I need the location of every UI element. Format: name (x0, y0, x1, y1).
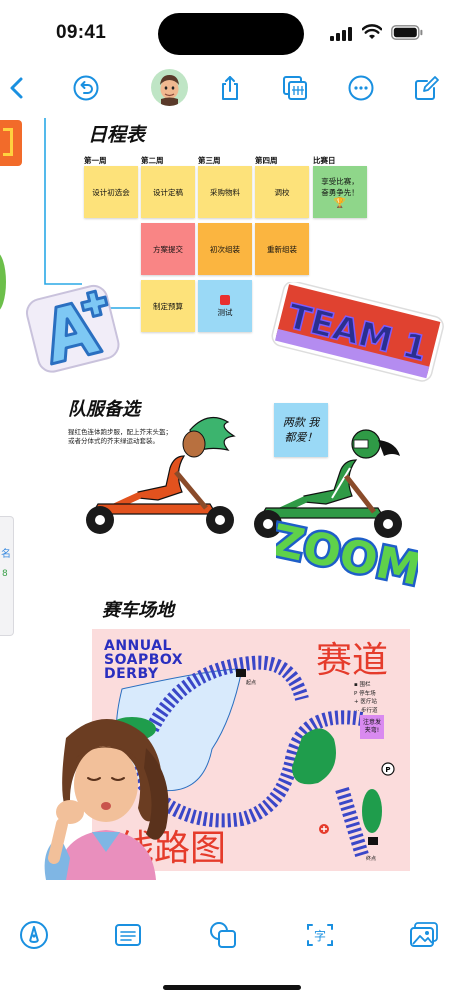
note-text: 初次组装 (210, 244, 240, 254)
cellular-signal-icon (330, 26, 352, 45)
note-budget[interactable]: 制定预算 (141, 280, 195, 332)
note-race-day[interactable]: 享受比赛，奋勇争先！ 🏆 (313, 166, 367, 218)
share-button[interactable] (214, 72, 246, 104)
racer-red-illustration[interactable] (78, 412, 246, 536)
week-2-label: 第二周 (141, 156, 164, 165)
shapes-button[interactable] (205, 917, 241, 953)
trophy-icon: 🏆 (333, 197, 347, 209)
derby-heading-line-2: SOAPBOX (104, 652, 184, 668)
note-text: 享受比赛，奋勇争先！ (321, 176, 359, 197)
pen-tool-button[interactable] (16, 917, 52, 953)
note-text: 注意发夹弯! (362, 719, 381, 734)
left-card-text-2: 8 (2, 569, 8, 579)
note-design-review[interactable]: 设计初选会 (84, 166, 138, 218)
parking-icon: P (385, 766, 390, 774)
note-reassembly[interactable]: 重新组装 (255, 223, 309, 275)
note-text: 调校 (274, 187, 290, 197)
note-text: 重新组装 (267, 244, 297, 254)
note-text: 制定预算 (153, 301, 183, 311)
week-3-label: 第三周 (198, 156, 221, 165)
derby-heading-line-3: DERBY (104, 666, 159, 682)
compose-button[interactable] (411, 72, 443, 104)
collaborator-avatar[interactable] (151, 69, 188, 106)
caution-note[interactable]: 注意发夹弯! (360, 715, 384, 739)
race-day-label: 比赛日 (313, 156, 336, 165)
dynamic-island (158, 13, 304, 55)
finish-label: 终点 (366, 856, 377, 862)
left-card-text: 名 (1, 549, 11, 560)
week-4-label: 第四周 (255, 156, 278, 165)
left-card[interactable]: 名 8 (0, 516, 14, 636)
sticky-note-button[interactable] (110, 917, 146, 953)
board-view-button[interactable] (279, 72, 311, 104)
text-glyph-icon: 字 (314, 928, 326, 943)
note-first-assembly[interactable]: 初次组装 (198, 223, 252, 275)
home-indicator[interactable] (163, 985, 301, 990)
week-1-label: 第一周 (84, 156, 107, 165)
team-sticker[interactable]: TEAM 1 (268, 282, 444, 394)
zoom-sticker-text: ZOOM (276, 515, 418, 596)
a-plus-sticker[interactable] (22, 280, 122, 380)
legend-item: P 停车场 (354, 690, 376, 697)
note-test[interactable]: 测试 (198, 280, 252, 332)
map-legend: ▪ 围栏 P 停车场 + 医疗站 ··· 步行道 (354, 681, 378, 715)
legend-item: ▪ 围栏 (354, 682, 371, 688)
track-title: 赛车场地 (102, 600, 174, 621)
legend-item: + 医疗站 (354, 699, 377, 705)
derby-heading-line-1: ANNUAL (104, 638, 172, 654)
legend-item: ··· 步行道 (354, 707, 378, 714)
note-design-final[interactable]: 设计定稿 (141, 166, 195, 218)
start-label: 起点 (246, 680, 257, 686)
zoom-sticker[interactable]: ZOOM (276, 504, 418, 598)
more-options-button[interactable] (345, 72, 377, 104)
alarm-icon (220, 294, 230, 305)
note-text: 采购物料 (210, 187, 240, 197)
text-box-button[interactable]: 字 (302, 917, 338, 953)
board-canvas[interactable]: 名 8 日程表 第一周 第二周 第三周 第四周 比赛日 设计初选会 设计定稿 采… (0, 112, 464, 907)
note-submit[interactable]: 方案提交 (141, 223, 195, 275)
map-heading: 赛道 (316, 640, 389, 681)
note-purchase[interactable]: 采购物料 (198, 166, 252, 218)
note-text: 测试 (217, 307, 233, 317)
note-tune[interactable]: 调校 (255, 166, 309, 218)
note-text: 方案提交 (153, 244, 183, 254)
memoji-sticker[interactable] (26, 708, 182, 880)
media-button[interactable] (406, 917, 442, 953)
back-button[interactable] (2, 72, 34, 104)
undo-button[interactable] (70, 72, 102, 104)
battery-icon (391, 25, 423, 44)
wifi-icon (361, 24, 383, 44)
note-text: 设计初选会 (92, 187, 130, 197)
derby-heading: ANNUAL SOAPBOX DERBY (104, 639, 183, 681)
status-time: 09:41 (56, 22, 107, 43)
note-text: 设计定稿 (153, 187, 183, 197)
schedule-title: 日程表 (88, 124, 146, 146)
